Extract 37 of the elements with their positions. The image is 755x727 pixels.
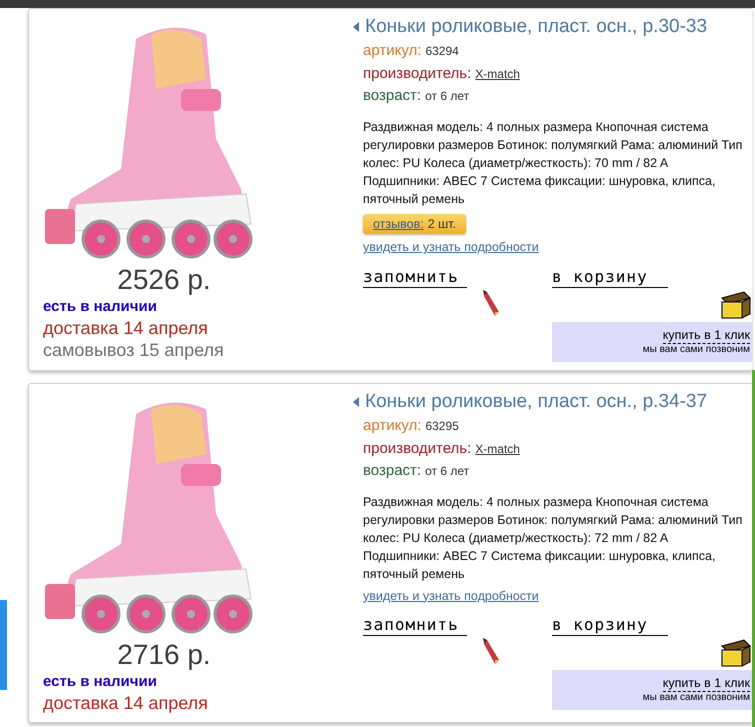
maker-link[interactable]: X-match (475, 64, 520, 82)
add-to-cart-link[interactable]: в корзину (552, 267, 668, 288)
availability-text: есть в наличии (43, 672, 158, 692)
remember-link[interactable]: запомнить (363, 267, 467, 288)
price: 2526 р. (117, 263, 211, 297)
price: 2716 р. (117, 638, 211, 672)
one-click-buy-button[interactable]: купить в 1 клик мы вам сами позвоним (552, 670, 752, 710)
triangle-icon (353, 397, 359, 407)
product-title-link[interactable]: Коньки роликовые, пласт. осн., р.30-33 (365, 14, 708, 40)
availability-text: есть в наличии (43, 297, 158, 317)
reviews-count: 2 шт. (428, 216, 456, 232)
age-value: от 6 лет (425, 88, 470, 105)
article-label: артикул: (363, 41, 422, 61)
details-link[interactable]: увидеть и узнать подробности (363, 238, 539, 257)
add-to-cart-link[interactable]: в корзину (552, 615, 668, 636)
product-description: Раздвижная модель: 4 полных размера Кнопочная система регулировки размеров Ботинок: полумягкий Рама: алюминий Тип колес: PU Колеса (диаметр/жесткость): 72 mm / 82 A Подшипники: ABEC 7 Система фиксации: шнуровка, клипса, пяточный ремень (363, 494, 744, 582)
article-label: артикул: (363, 416, 422, 436)
product-description: Раздвижная модель: 4 полных размера Кнопочная система регулировки размеров Ботинок: полумягкий Рама: алюминий Тип колес: PU Колеса (диаметр/жесткость): 70 mm / 82 A Подшипники: ABEC 7 Система фиксации: шнуровка, клипса, пяточный ремень (363, 118, 744, 208)
article-number: 63294 (425, 43, 459, 60)
availability-text: доставка 14 апреля (43, 692, 209, 714)
age-label: возраст: (363, 86, 422, 106)
age-label: возраст: (363, 461, 422, 481)
details-link[interactable]: увидеть и узнать подробности (363, 586, 539, 606)
pencil-icon (481, 636, 501, 666)
maker-label: производитель: (363, 438, 472, 458)
article-number: 63295 (425, 418, 459, 435)
maker-link[interactable]: X-match (475, 440, 520, 458)
product-title-link[interactable]: Коньки роликовые, пласт. осн., р.34-37 (365, 389, 708, 415)
availability-text: доставка 14 апреля (43, 317, 209, 339)
pencil-icon (481, 288, 501, 318)
one-click-buy-button[interactable]: купить в 1 клик мы вам сами позвоним (552, 322, 752, 362)
availability-text: самовывоз 15 апреля (43, 339, 225, 361)
reviews-link[interactable]: отзывов: (373, 214, 424, 234)
maker-label: производитель: (363, 64, 472, 84)
remember-link[interactable]: запомнить (363, 615, 467, 636)
triangle-icon (353, 22, 359, 32)
age-value: от 6 лет (425, 463, 470, 480)
